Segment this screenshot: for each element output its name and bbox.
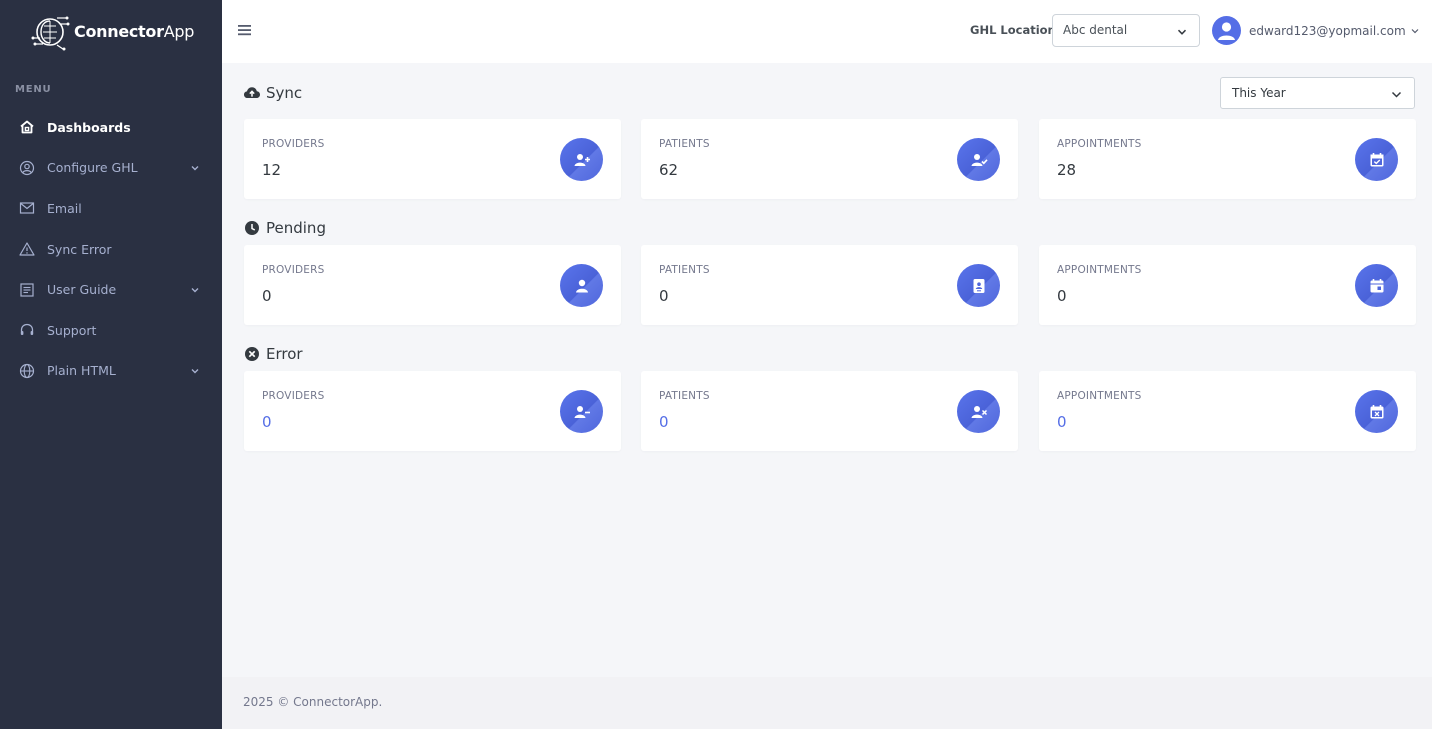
chevron-down-icon xyxy=(191,165,199,171)
card-label: PROVIDERS xyxy=(262,138,325,150)
sidebar-item-dashboards[interactable]: Dashboards xyxy=(0,107,222,148)
user-plus-icon xyxy=(560,138,603,181)
user-minus-icon xyxy=(560,390,603,433)
sidebar-item-sync-error[interactable]: Sync Error xyxy=(0,229,222,270)
id-card-icon xyxy=(957,264,1000,307)
sidebar-item-support[interactable]: Support xyxy=(0,310,222,351)
period-select[interactable]: This Year xyxy=(1220,77,1415,109)
card-pending-appointments: APPOINTMENTS 0 xyxy=(1039,245,1416,325)
period-value: This Year xyxy=(1232,86,1286,100)
card-error-appointments: APPOINTMENTS 0 xyxy=(1039,371,1416,451)
card-value[interactable]: 0 xyxy=(1057,413,1067,431)
sidebar-item-label: Dashboards xyxy=(47,119,131,135)
ghl-location-value: Abc dental xyxy=(1063,23,1128,37)
ghl-location-label: GHL Location: xyxy=(970,23,1061,37)
user-circle-icon xyxy=(19,160,35,176)
sidebar-item-configure-ghl[interactable]: Configure GHL xyxy=(0,148,222,189)
globe-icon xyxy=(19,363,35,379)
hamburger-menu-icon[interactable] xyxy=(238,22,252,38)
section-title-pending: Pending xyxy=(243,219,326,237)
card-value: 0 xyxy=(262,287,272,305)
chevron-down-icon xyxy=(1177,29,1187,35)
avatar xyxy=(1212,16,1241,45)
calendar-check-icon xyxy=(1355,138,1398,181)
card-label: PATIENTS xyxy=(659,264,710,276)
card-sync-providers: PROVIDERS 12 xyxy=(244,119,621,199)
brand[interactable]: ConnectorApp xyxy=(0,0,222,63)
card-label: PATIENTS xyxy=(659,390,710,402)
calendar-icon xyxy=(1355,264,1398,307)
brand-name-light: App xyxy=(163,22,195,41)
sidebar-item-label: Configure GHL xyxy=(47,160,138,176)
document-icon xyxy=(19,282,35,298)
section-title-sync: Sync xyxy=(243,84,302,102)
menu-title: MENU xyxy=(15,84,52,95)
card-sync-appointments: APPOINTMENTS 28 xyxy=(1039,119,1416,199)
card-value[interactable]: 0 xyxy=(262,413,272,431)
ghl-location-select[interactable]: Abc dental xyxy=(1052,14,1200,47)
chevron-down-icon xyxy=(191,368,199,374)
section-title-text: Pending xyxy=(266,219,326,237)
card-value[interactable]: 0 xyxy=(659,413,669,431)
sidebar-item-plain-html[interactable]: Plain HTML xyxy=(0,351,222,392)
user-times-icon xyxy=(957,390,1000,433)
headset-icon xyxy=(19,322,35,338)
section-title-text: Sync xyxy=(266,84,303,102)
card-label: APPOINTMENTS xyxy=(1057,390,1142,402)
card-label: APPOINTMENTS xyxy=(1057,138,1142,150)
brand-name: ConnectorApp xyxy=(74,22,194,41)
sidebar-item-label: Sync Error xyxy=(47,241,112,257)
footer: 2025 © ConnectorApp. xyxy=(222,677,1432,729)
sidebar-item-label: Support xyxy=(47,322,97,338)
card-label: PROVIDERS xyxy=(262,264,325,276)
card-error-patients: PATIENTS 0 xyxy=(641,371,1018,451)
topbar: GHL Location: Abc dental edward123@yopma… xyxy=(222,0,1432,63)
home-icon xyxy=(19,119,35,135)
user-check-icon xyxy=(957,138,1000,181)
calendar-times-icon xyxy=(1355,390,1398,433)
card-value: 0 xyxy=(659,287,669,305)
logo-icon xyxy=(31,16,70,50)
brand-name-bold: Connector xyxy=(74,22,164,41)
user-avatar-icon xyxy=(1218,22,1235,40)
card-value: 62 xyxy=(659,161,679,179)
card-sync-patients: PATIENTS 62 xyxy=(641,119,1018,199)
warning-icon xyxy=(19,241,35,257)
user-dropdown[interactable]: edward123@yopmail.com xyxy=(1212,16,1419,45)
card-value: 28 xyxy=(1057,161,1077,179)
chevron-down-icon xyxy=(1411,28,1419,33)
card-label: PROVIDERS xyxy=(262,390,325,402)
section-title-text: Error xyxy=(266,345,303,363)
user-icon xyxy=(560,264,603,307)
user-email: edward123@yopmail.com xyxy=(1249,23,1406,38)
card-label: PATIENTS xyxy=(659,138,710,150)
chevron-down-icon xyxy=(1391,91,1402,98)
sidebar-item-user-guide[interactable]: User Guide xyxy=(0,269,222,310)
cloud-upload-icon xyxy=(243,84,261,102)
card-value: 12 xyxy=(262,161,282,179)
sidebar-item-email[interactable]: Email xyxy=(0,188,222,229)
section-title-error: Error xyxy=(243,345,303,363)
times-circle-icon xyxy=(243,345,261,363)
card-pending-patients: PATIENTS 0 xyxy=(641,245,1018,325)
chevron-down-icon xyxy=(191,287,199,293)
sidebar-item-label: User Guide xyxy=(47,282,117,298)
footer-copyright: 2025 © ConnectorApp. xyxy=(243,695,383,709)
envelope-icon xyxy=(19,200,35,216)
card-value: 0 xyxy=(1057,287,1067,305)
sidebar: ConnectorApp MENU Dashboards Configure G… xyxy=(0,0,222,729)
card-label: APPOINTMENTS xyxy=(1057,264,1142,276)
clock-icon xyxy=(243,219,261,237)
card-error-providers: PROVIDERS 0 xyxy=(244,371,621,451)
sidebar-item-label: Email xyxy=(47,200,82,216)
card-pending-providers: PROVIDERS 0 xyxy=(244,245,621,325)
sidebar-item-label: Plain HTML xyxy=(47,363,116,379)
